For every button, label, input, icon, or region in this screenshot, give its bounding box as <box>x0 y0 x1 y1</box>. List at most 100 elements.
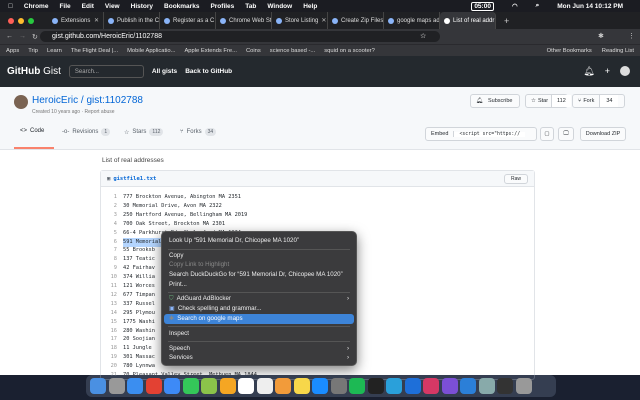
open-desktop-button[interactable]: 🖵︎ <box>558 127 574 141</box>
reading-list[interactable]: Reading List <box>602 48 634 54</box>
clock[interactable]: Mon Jun 14 10:12 PM <box>557 3 623 10</box>
timer[interactable]: 05:00 <box>471 1 494 11</box>
reload-icon[interactable]: ↻ <box>32 33 38 41</box>
line-number[interactable]: 13 <box>101 300 123 309</box>
dock-app-icon[interactable] <box>367 378 384 394</box>
window-controls[interactable] <box>8 17 34 24</box>
bell-icon[interactable]: 🔔︎ <box>583 66 594 77</box>
file-name[interactable]: gistfile1.txt <box>113 176 156 182</box>
more-icon[interactable]: ⋮ <box>628 32 635 40</box>
line-number[interactable]: 12 <box>101 291 123 300</box>
bookmark-apple[interactable]: Apple Extends Fre... <box>184 48 237 54</box>
tab-code[interactable]: <> Code <box>20 128 44 134</box>
line-number[interactable]: 8 <box>101 255 123 264</box>
line-number[interactable]: 16 <box>101 327 123 336</box>
tab-stars[interactable]: ☆ Stars 112 <box>124 128 164 136</box>
gist-title[interactable]: HeroicEric / gist:1102788 <box>32 95 143 106</box>
star-button[interactable]: ☆ Star 112 <box>525 94 571 108</box>
dock-app-icon[interactable] <box>441 378 458 394</box>
menu-item-services[interactable]: Services › <box>164 353 354 363</box>
menu-file[interactable]: File <box>59 3 70 10</box>
dock-app-icon[interactable] <box>312 378 328 394</box>
wifi-icon[interactable]: ◠ <box>512 2 518 10</box>
embed-dropdown[interactable]: Embed <script src="https:// <box>425 127 537 141</box>
fork-button[interactable]: ⑂ Fork 34 <box>572 94 625 108</box>
menu-window[interactable]: Window <box>267 3 292 10</box>
menu-help[interactable]: Help <box>303 3 317 10</box>
menu-profiles[interactable]: Profiles <box>210 3 234 10</box>
dock-app-icon[interactable] <box>497 378 513 394</box>
line-number[interactable]: 3 <box>101 211 123 220</box>
dock-app-icon[interactable] <box>127 378 143 394</box>
forward-icon[interactable]: → <box>19 33 26 40</box>
copy-embed-button[interactable]: ▢ <box>540 127 554 141</box>
bookmark-star-icon[interactable]: ☆ <box>420 32 426 40</box>
line-number[interactable]: 7 <box>101 246 123 255</box>
line-number[interactable]: 4 <box>101 220 123 229</box>
tab-register[interactable]: Register as a C✕ <box>160 12 216 29</box>
bookmark-science[interactable]: science based -... <box>270 48 315 54</box>
subscribe-button[interactable]: 🔔︎ Subscribe <box>470 94 520 108</box>
bookmark-apps[interactable]: Apps <box>6 48 19 54</box>
tab-create-zip[interactable]: Create Zip Files✕ <box>328 12 384 29</box>
bookmark-trip[interactable]: Trip <box>28 48 38 54</box>
plus-icon[interactable]: + <box>605 66 610 77</box>
url-input[interactable]: gist.github.com/HeroicEric/1102788 <box>40 31 440 42</box>
github-gist-logo[interactable]: GitHub Gist <box>7 66 61 77</box>
tab-webstore[interactable]: Chrome Web St✕ <box>216 12 272 29</box>
new-tab-button[interactable]: + <box>504 16 509 26</box>
bookmark-coins[interactable]: Coins <box>246 48 261 54</box>
tab-store-listing[interactable]: Store Listing ✕ <box>272 12 328 29</box>
line-number[interactable]: 14 <box>101 309 123 318</box>
line-number[interactable]: 19 <box>101 353 123 362</box>
all-gists-link[interactable]: All gists <box>152 68 177 75</box>
dock-app-icon[interactable] <box>515 378 532 394</box>
dock-app-icon[interactable] <box>164 378 180 394</box>
line-number[interactable]: 20 <box>101 362 123 371</box>
tab-publish[interactable]: Publish in the C✕ <box>104 12 160 29</box>
search-icon[interactable]: ⌕ <box>536 2 540 10</box>
menu-item-print[interactable]: Print... <box>164 280 354 290</box>
dock-app-icon[interactable] <box>404 378 421 394</box>
dock-app-icon[interactable] <box>90 378 106 394</box>
line-number[interactable]: 9 <box>101 264 123 273</box>
line-number[interactable]: 2 <box>101 202 123 211</box>
line-number[interactable]: 1 <box>101 193 123 202</box>
dock-app-icon[interactable] <box>386 378 402 394</box>
line-number[interactable]: 15 <box>101 318 123 327</box>
menu-item-search-duckduckgo[interactable]: Search DuckDuckGo for “591 Memorial Dr, … <box>164 270 354 280</box>
menu-view[interactable]: View <box>105 3 120 10</box>
dock-app-icon[interactable] <box>108 378 125 394</box>
dock-app-icon[interactable] <box>423 378 439 394</box>
raw-button[interactable]: Raw <box>503 174 528 184</box>
dock-app-icon[interactable] <box>349 378 365 394</box>
menu-tab[interactable]: Tab <box>245 3 256 10</box>
dock-app-icon[interactable] <box>460 378 476 394</box>
bookmark-learn[interactable]: Learn <box>47 48 62 54</box>
dock-app-icon[interactable] <box>145 378 162 394</box>
back-icon[interactable]: ← <box>6 33 13 40</box>
dock-app-icon[interactable] <box>293 378 310 394</box>
dock-app-icon[interactable] <box>238 378 254 394</box>
apple-icon[interactable]:  <box>8 3 13 10</box>
line-number[interactable]: 17 <box>101 335 123 344</box>
dock-app-icon[interactable] <box>182 378 199 394</box>
line-number[interactable]: 5 <box>101 229 123 238</box>
tab-revisions[interactable]: -o- Revisions 1 <box>62 128 111 136</box>
tab-extensions[interactable]: Extensions ✕ <box>48 12 104 29</box>
menu-item-check-spelling[interactable]: ▣ Check spelling and grammar... <box>164 304 354 314</box>
avatar[interactable] <box>14 95 28 109</box>
line-number[interactable]: 10 <box>101 273 123 282</box>
download-zip-button[interactable]: Download ZIP <box>580 127 626 141</box>
dock-app-icon[interactable] <box>219 378 236 394</box>
menu-chrome[interactable]: Chrome <box>24 3 49 10</box>
line-number[interactable]: 11 <box>101 282 123 291</box>
search-input[interactable]: Search... <box>68 65 144 78</box>
bookmark-flight-deal[interactable]: The Flight Deal |... <box>71 48 118 54</box>
back-to-github-link[interactable]: Back to GitHub <box>185 68 232 75</box>
menu-edit[interactable]: Edit <box>82 3 94 10</box>
bookmark-squid[interactable]: squid on a scooter? <box>324 48 375 54</box>
menu-history[interactable]: History <box>131 3 153 10</box>
bookmark-mobile-app[interactable]: Mobile Applicatio... <box>127 48 175 54</box>
dock-app-icon[interactable] <box>256 378 273 394</box>
